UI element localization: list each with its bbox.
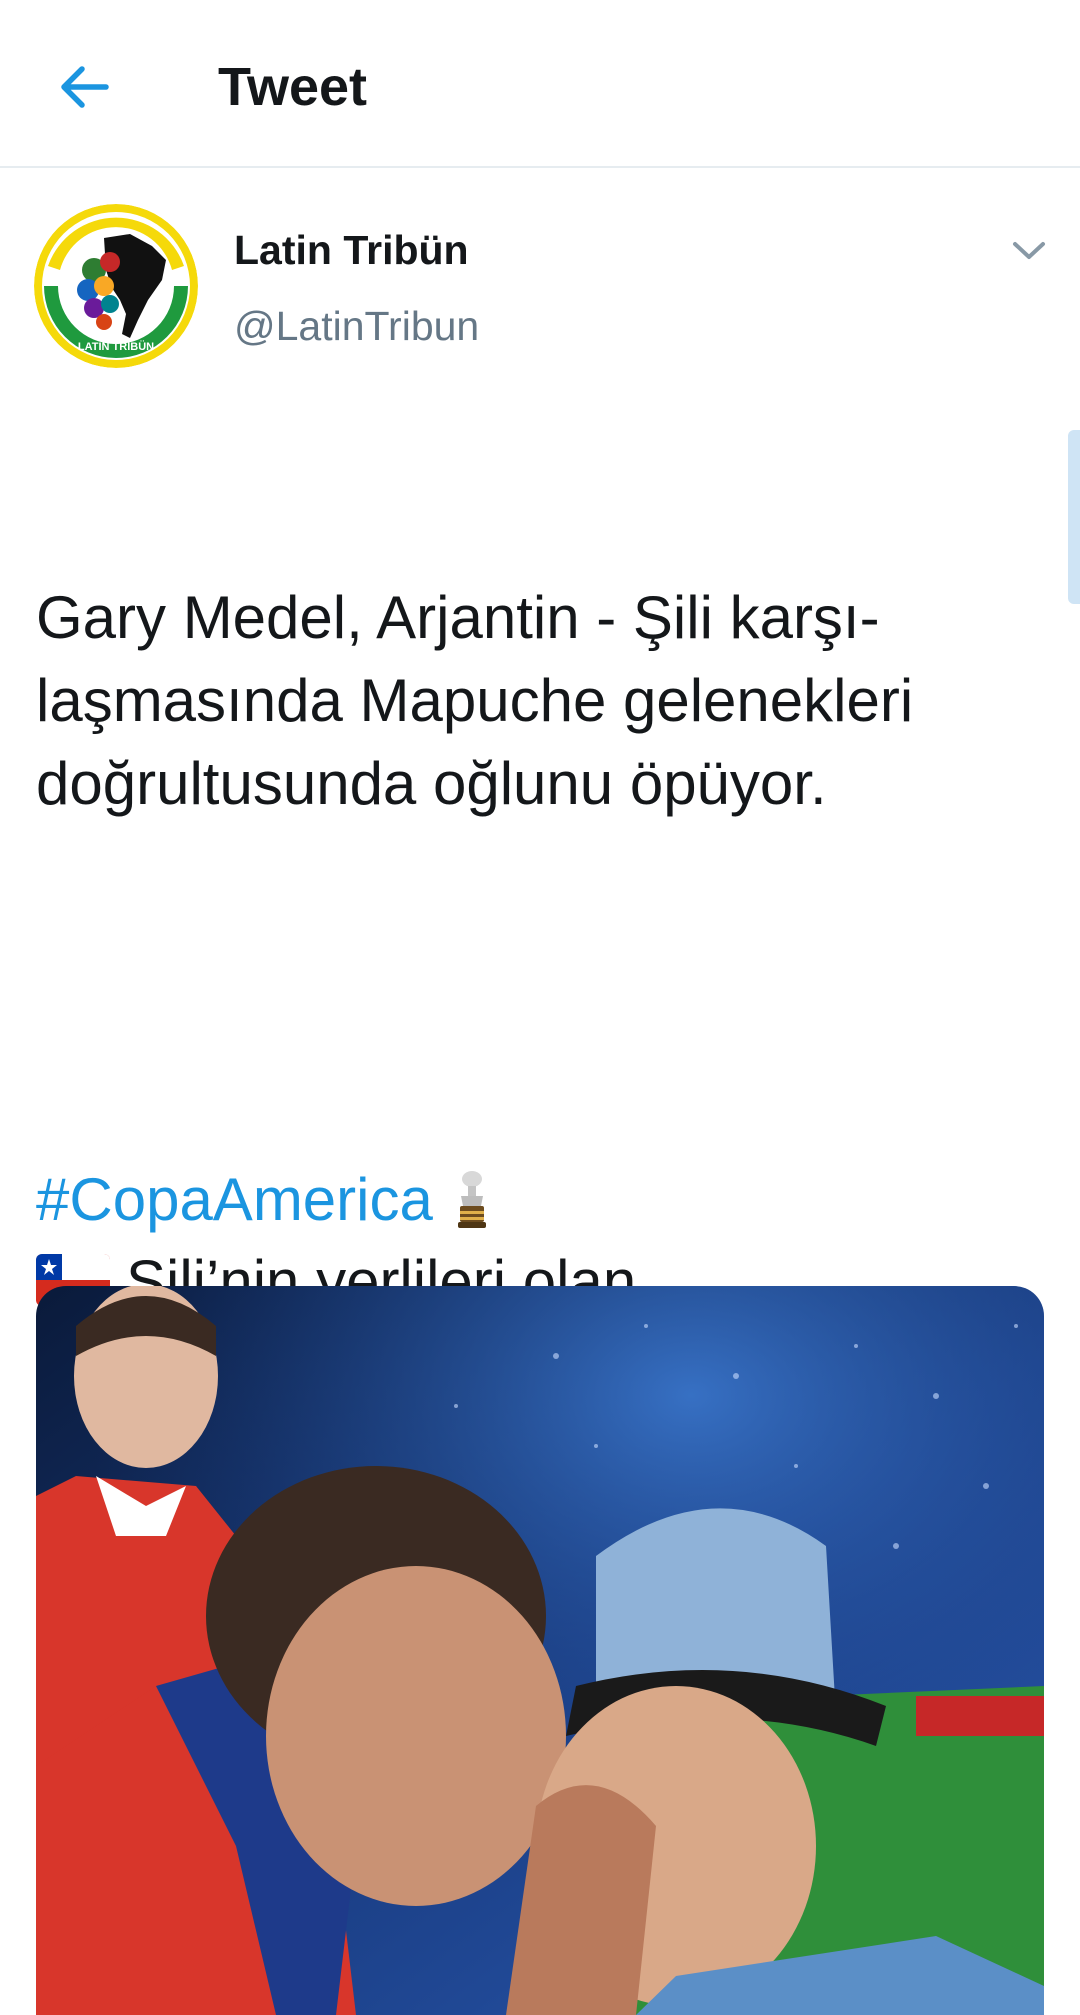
hashtag-link[interactable]: #CopaAmerica — [36, 1166, 433, 1233]
tweet-video[interactable] — [36, 1286, 1044, 2015]
page-title: Tweet — [218, 57, 368, 117]
arrow-left-icon — [61, 66, 109, 108]
hashtag-line: #CopaAmerica — [36, 1158, 489, 1241]
author-avatar[interactable]: LATIN TRIBÜN — [34, 204, 198, 368]
scrollbar[interactable] — [1068, 430, 1080, 604]
svg-text:LATIN TRIBÜN: LATIN TRIBÜN — [78, 340, 154, 353]
latin-tribun-logo: LATIN TRIBÜN — [34, 204, 198, 368]
author-name[interactable]: Latin Tribün — [234, 224, 469, 276]
top-app-bar: Tweet — [0, 0, 1080, 168]
chevron-down-icon — [1013, 242, 1045, 259]
back-button[interactable] — [40, 44, 126, 130]
tweet-menu-button[interactable] — [1004, 226, 1054, 276]
tweet-paragraph-1: Gary Medel, Arjantin - Şili karşı- laşma… — [36, 584, 914, 817]
trophy-icon — [457, 1171, 486, 1228]
author-handle[interactable]: @LatinTribun — [234, 300, 479, 352]
video-thumbnail — [36, 1286, 1044, 2015]
